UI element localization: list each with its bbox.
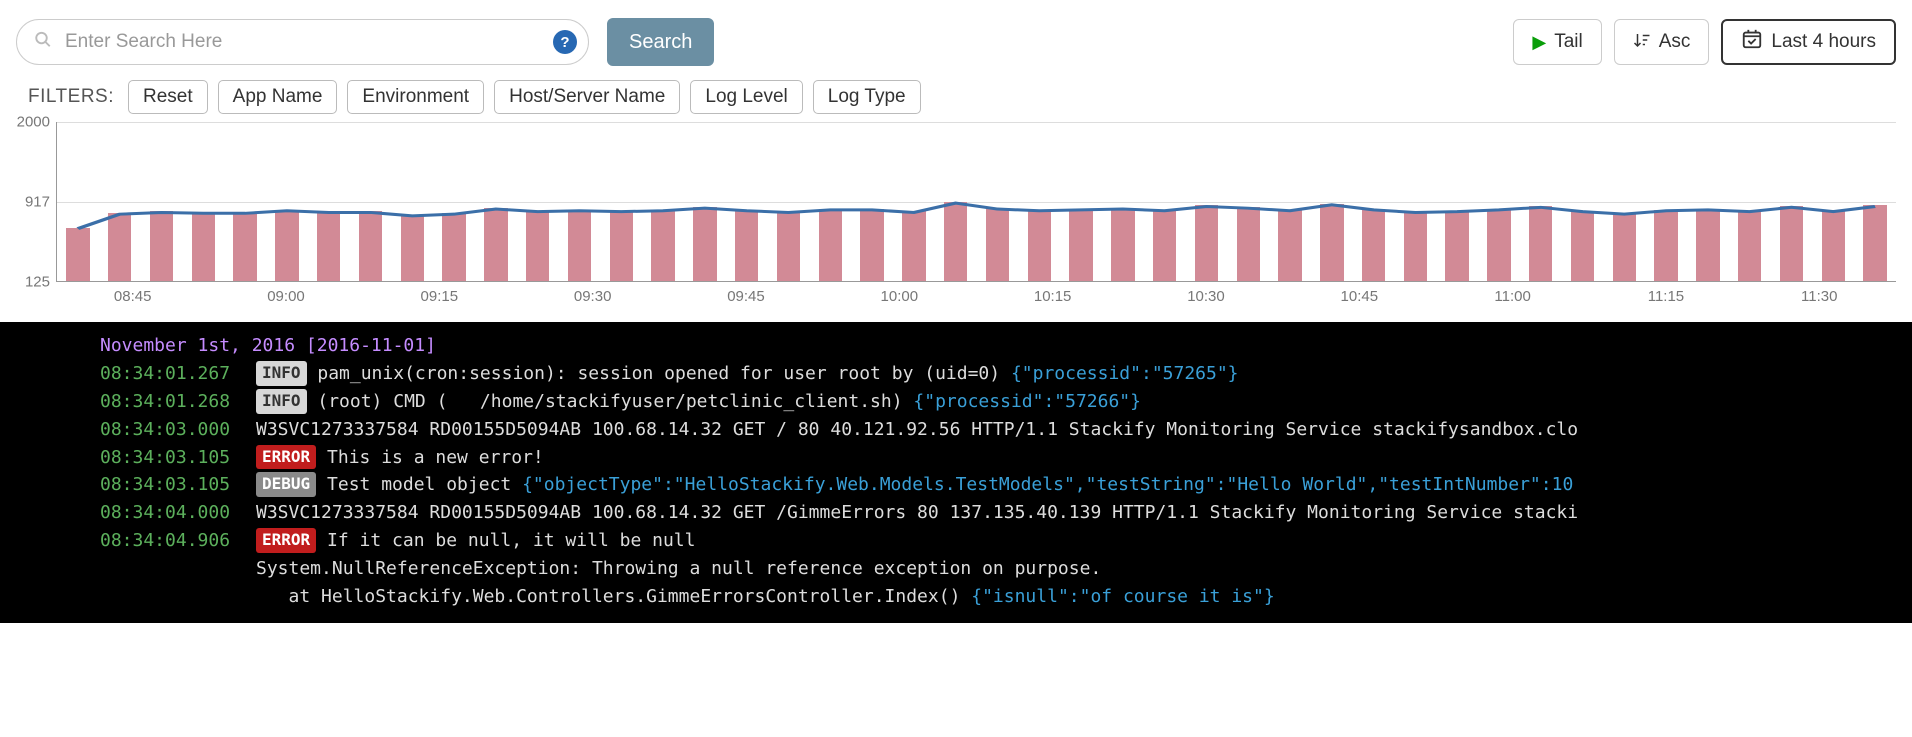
xtick: 11:15 — [1589, 288, 1742, 305]
filter-log-level[interactable]: Log Level — [690, 80, 802, 114]
filter-reset[interactable]: Reset — [128, 80, 208, 114]
help-icon[interactable]: ? — [553, 30, 577, 54]
log-timestamp: 08:34:03.105 — [100, 471, 256, 499]
xtick: 09:45 — [669, 288, 822, 305]
log-row[interactable]: 08:34:01.268INFO (root) CMD ( /home/stac… — [0, 388, 1912, 416]
tail-label: Tail — [1554, 31, 1583, 53]
log-timestamp: 08:34:04.906 — [100, 527, 256, 555]
log-message: INFO (root) CMD ( /home/stackifyuser/pet… — [256, 388, 1912, 416]
search-icon — [34, 31, 52, 54]
log-message: ERROR If it can be null, it will be null — [256, 527, 1912, 555]
log-pane: November 1st, 2016 [2016-11-01] 08:34:01… — [0, 322, 1912, 623]
sort-label: Asc — [1659, 31, 1691, 53]
xtick: 11:30 — [1743, 288, 1896, 305]
chart-line — [78, 203, 1875, 229]
log-row[interactable]: 08:34:03.000W3SVC1273337584 RD00155D5094… — [0, 416, 1912, 444]
tail-button[interactable]: ▶ Tail — [1513, 19, 1601, 65]
xtick: 08:45 — [56, 288, 209, 305]
search-button[interactable]: Search — [607, 18, 714, 66]
xtick: 11:00 — [1436, 288, 1589, 305]
xtick: 10:30 — [1129, 288, 1282, 305]
play-icon: ▶ — [1532, 32, 1546, 53]
log-timestamp: 08:34:03.000 — [100, 416, 256, 444]
calendar-icon — [1741, 28, 1763, 56]
log-message: DEBUG Test model object {"objectType":"H… — [256, 471, 1912, 499]
top-bar: ? Search ▶ Tail Asc Last 4 hours — [0, 0, 1912, 80]
chart-plot[interactable] — [56, 122, 1896, 282]
log-timestamp: 08:34:04.000 — [100, 499, 256, 527]
filter-environment[interactable]: Environment — [347, 80, 484, 114]
log-level-badge: INFO — [256, 389, 307, 414]
chart-area: 2000 917 125 08:4509:0009:1509:3009:4510… — [56, 122, 1896, 322]
xtick: 09:00 — [209, 288, 362, 305]
log-stack-line: at HelloStackify.Web.Controllers.GimmeEr… — [0, 583, 1912, 611]
ytick: 125 — [25, 274, 50, 291]
x-axis-labels: 08:4509:0009:1509:3009:4510:0010:1510:30… — [56, 288, 1896, 305]
log-timestamp: 08:34:03.105 — [100, 444, 256, 472]
log-level-badge: INFO — [256, 361, 307, 386]
log-message: W3SVC1273337584 RD00155D5094AB 100.68.14… — [256, 416, 1912, 444]
ytick: 2000 — [17, 114, 50, 131]
sort-icon — [1633, 31, 1651, 54]
xtick: 10:45 — [1283, 288, 1436, 305]
log-json: {"objectType":"HelloStackify.Web.Models.… — [522, 474, 1573, 495]
log-message: ERROR This is a new error! — [256, 444, 1912, 472]
filter-app-name[interactable]: App Name — [218, 80, 338, 114]
log-row[interactable]: 08:34:04.000W3SVC1273337584 RD00155D5094… — [0, 499, 1912, 527]
log-row[interactable]: 08:34:01.267INFO pam_unix(cron:session):… — [0, 360, 1912, 388]
log-date-header: November 1st, 2016 [2016-11-01] — [0, 332, 1912, 360]
log-message: W3SVC1273337584 RD00155D5094AB 100.68.14… — [256, 499, 1912, 527]
log-stack-line: System.NullReferenceException: Throwing … — [0, 555, 1912, 583]
filters-label: FILTERS: — [28, 86, 118, 108]
filter-host-server-name[interactable]: Host/Server Name — [494, 80, 680, 114]
log-json: {"processid":"57265"} — [1011, 363, 1239, 384]
xtick: 10:00 — [823, 288, 976, 305]
log-row[interactable]: 08:34:03.105DEBUG Test model object {"ob… — [0, 471, 1912, 499]
time-range-label: Last 4 hours — [1771, 31, 1876, 53]
log-json: {"processid":"57266"} — [913, 391, 1141, 412]
log-row[interactable]: 08:34:03.105ERROR This is a new error! — [0, 444, 1912, 472]
ytick: 917 — [25, 194, 50, 211]
log-message: INFO pam_unix(cron:session): session ope… — [256, 360, 1912, 388]
search-input[interactable] — [16, 19, 589, 65]
log-json: {"isnull":"of course it is"} — [971, 586, 1274, 607]
filter-log-type[interactable]: Log Type — [813, 80, 921, 114]
y-axis-labels: 2000 917 125 — [10, 122, 50, 282]
log-timestamp: 08:34:01.268 — [100, 388, 256, 416]
log-timestamp: 08:34:01.267 — [100, 360, 256, 388]
log-row[interactable]: 08:34:04.906ERROR If it can be null, it … — [0, 527, 1912, 555]
xtick: 10:15 — [976, 288, 1129, 305]
search-wrap: ? — [16, 19, 589, 65]
log-level-badge: ERROR — [256, 445, 316, 470]
filters-row: FILTERS: Reset App Name Environment Host/Se… — [0, 80, 1912, 122]
xtick: 09:15 — [363, 288, 516, 305]
sort-asc-button[interactable]: Asc — [1614, 19, 1710, 65]
log-level-badge: ERROR — [256, 528, 316, 553]
xtick: 09:30 — [516, 288, 669, 305]
time-range-button[interactable]: Last 4 hours — [1721, 19, 1896, 65]
log-level-badge: DEBUG — [256, 472, 316, 497]
